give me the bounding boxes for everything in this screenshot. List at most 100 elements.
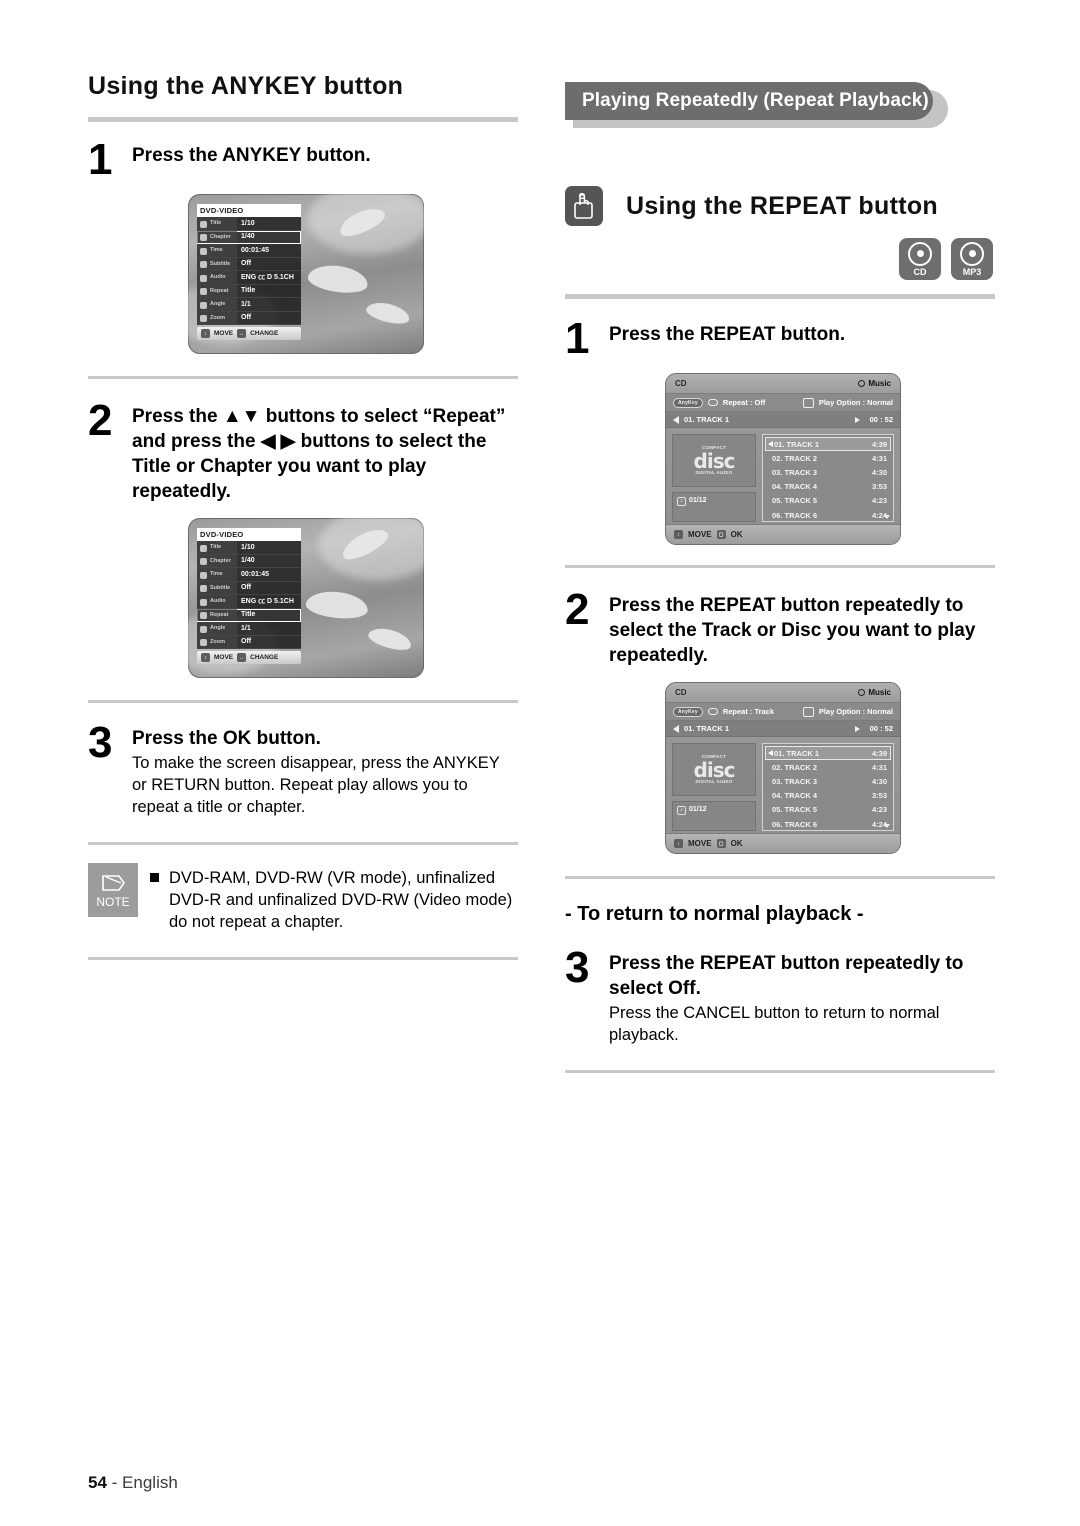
osd-row-repeat[interactable]: Repeat Title — [197, 284, 301, 298]
step-repeat-1: 1 Press the REPEAT button. — [565, 317, 995, 361]
osd-row-subtitle[interactable]: Subtitle Off — [197, 257, 301, 271]
cd-ok-label: OK — [730, 530, 743, 539]
logo-bottom-text: DIGITAL AUDIO — [695, 778, 733, 784]
osd-value: 00:01:45 — [241, 246, 270, 254]
right-column: Playing Repeatedly (Repeat Playback) Usi… — [565, 82, 995, 1073]
play-option-label: Play Option : Normal — [818, 707, 893, 716]
left-column: Using the ANYKEY button 1 Press the ANYK… — [88, 72, 518, 960]
track-row[interactable]: 05. TRACK 5 4:23 — [765, 494, 891, 508]
page-title: Using the ANYKEY button — [88, 72, 404, 100]
osd-change-label: CHANGE — [250, 654, 279, 661]
osd-row-angle[interactable]: Angle 1/1 — [197, 622, 301, 636]
right-divider-1 — [565, 294, 995, 299]
osd-value: Off — [241, 638, 252, 646]
osd-label: Angle — [197, 622, 237, 635]
track-list[interactable]: 01. TRACK 1 4:39 02. TRACK 2 4:31 03. TR… — [762, 434, 894, 522]
page-footer: 54 - English — [88, 1473, 178, 1493]
compact-disc-logo: COMPACT disc DIGITAL AUDIO — [672, 743, 756, 796]
osd-label: Title — [197, 217, 237, 230]
cd-osd-body: COMPACT disc DIGITAL AUDIO ♪ 01/12 01. T… — [666, 737, 900, 837]
osd-row-zoom[interactable]: Zoom Off — [197, 311, 301, 325]
track-name: 06. TRACK 6 — [772, 819, 818, 829]
track-time: 4:31 — [871, 762, 887, 772]
step-title: Press the REPEAT button repeatedly to se… — [609, 953, 964, 999]
osd-label: Audio — [197, 271, 237, 284]
disc-glyph — [960, 241, 984, 266]
osd-value: ENG ㏄ D 5.1CH — [241, 274, 294, 282]
anykey-badge[interactable]: AnyKey — [673, 706, 703, 717]
track-row[interactable]: 04. TRACK 4 3:53 — [765, 480, 891, 494]
pencil-icon: NOTE — [88, 863, 138, 917]
track-list[interactable]: 01. TRACK 1 4:39 02. TRACK 2 4:31 03. TR… — [762, 743, 894, 831]
anykey-badge[interactable]: AnyKey — [673, 397, 703, 408]
note-label: NOTE — [96, 894, 130, 909]
cd-disc-label: CD — [675, 379, 687, 388]
cd-osd-screenshot-1: CD Music AnyKey Repeat : Off Play Option… — [665, 373, 901, 545]
osd-row-chapter[interactable]: Chapter 1/40 — [197, 230, 301, 244]
cd-osd-body: COMPACT disc DIGITAL AUDIO ♪ 01/12 01. T… — [666, 428, 900, 528]
scroll-down-icon[interactable] — [884, 824, 890, 828]
osd-value: Off — [241, 314, 252, 322]
updown-icon: ↕ — [201, 653, 210, 662]
logo-bottom-text: DIGITAL AUDIO — [695, 469, 733, 475]
track-name: 03. TRACK 3 — [772, 776, 818, 786]
track-time: 4:30 — [871, 776, 887, 786]
mp3-badge-icon: MP3 — [951, 238, 993, 280]
note-block: NOTE DVD-RAM, DVD-RW (VR mode), unfinali… — [88, 863, 518, 933]
elapsed-time: 00 : 52 — [869, 724, 893, 733]
cd-osd-header: CD Music — [666, 683, 900, 703]
repeat-status-label: Repeat : Track — [722, 707, 775, 716]
music-note-icon: ♪ — [677, 806, 686, 815]
bullet-icon — [150, 873, 159, 882]
track-row[interactable]: 06. TRACK 6 4:24 — [765, 508, 891, 522]
play-icon — [854, 725, 860, 732]
step-anykey-1: 1 Press the ANYKEY button. — [88, 138, 518, 182]
osd-row-angle[interactable]: Angle 1/1 — [197, 298, 301, 312]
repeat-loop-icon — [707, 399, 718, 406]
track-row[interactable]: 01. TRACK 1 4:39 — [765, 746, 891, 761]
step-description: Press the CANCEL button to return to nor… — [609, 1004, 940, 1044]
track-row[interactable]: 05. TRACK 5 4:23 — [765, 803, 891, 817]
osd-row-subtitle[interactable]: Subtitle Off — [197, 581, 301, 595]
step-title: Press the ▲▼ buttons to select “Repeat” … — [132, 406, 506, 502]
osd-row-title[interactable]: Title 1/10 — [197, 217, 301, 231]
osd-row-audio[interactable]: Audio ENG ㏄ D 5.1CH — [197, 595, 301, 609]
step-title: Press the ANYKEY button. — [132, 145, 371, 166]
track-row[interactable]: 04. TRACK 4 3:53 — [765, 789, 891, 803]
osd-label: Zoom — [197, 311, 237, 324]
page-number: 54 — [88, 1473, 107, 1492]
cd-hint-bar: ↕ MOVE ▢ OK — [666, 524, 900, 544]
cd-osd-header: CD Music — [666, 374, 900, 394]
cd-badge-icon: CD — [899, 238, 941, 280]
track-row[interactable]: 02. TRACK 2 4:31 — [765, 451, 891, 465]
osd-row-time[interactable]: Time 00:01:45 — [197, 568, 301, 582]
left-divider-1 — [88, 376, 518, 379]
track-row[interactable]: 02. TRACK 2 4:31 — [765, 760, 891, 774]
osd-value: 1/40 — [241, 233, 255, 241]
track-counter-box: ♪ 01/12 — [672, 492, 756, 522]
osd-value: 00:01:45 — [241, 570, 270, 578]
osd-row-audio[interactable]: Audio ENG ㏄ D 5.1CH — [197, 271, 301, 285]
osd-label: Zoom — [197, 635, 237, 648]
scroll-down-icon[interactable] — [884, 515, 890, 519]
title-divider — [88, 117, 518, 122]
now-playing-label: 01. TRACK 1 — [684, 724, 730, 733]
step-anykey-3: 3 Press the OK button. To make the scree… — [88, 721, 518, 818]
osd-label: Repeat — [197, 608, 237, 621]
osd-row-zoom[interactable]: Zoom Off — [197, 635, 301, 649]
osd-row-time[interactable]: Time 00:01:45 — [197, 244, 301, 258]
dvd-osd-panel: DVD-VIDEO Title 1/10 Chapter 1/40 Time 0… — [197, 528, 301, 664]
repeat-status-label: Repeat : Off — [722, 398, 766, 407]
track-row[interactable]: 03. TRACK 3 4:30 — [765, 774, 891, 788]
osd-row-repeat[interactable]: Repeat Title — [197, 608, 301, 622]
track-row[interactable]: 01. TRACK 1 4:39 — [765, 437, 891, 452]
osd-row-title[interactable]: Title 1/10 — [197, 541, 301, 555]
osd-row-chapter[interactable]: Chapter 1/40 — [197, 554, 301, 568]
track-row[interactable]: 03. TRACK 3 4:30 — [765, 465, 891, 479]
track-row[interactable]: 06. TRACK 6 4:24 — [765, 817, 891, 831]
cd-status-bar: AnyKey Repeat : Track Play Option : Norm… — [666, 703, 900, 721]
repeat-heading-row: Using the REPEAT button — [565, 186, 995, 226]
osd-value: Title — [241, 287, 256, 295]
osd-label: Time — [197, 568, 237, 581]
note-text: DVD-RAM, DVD-RW (VR mode), unfinalized D… — [150, 863, 512, 933]
